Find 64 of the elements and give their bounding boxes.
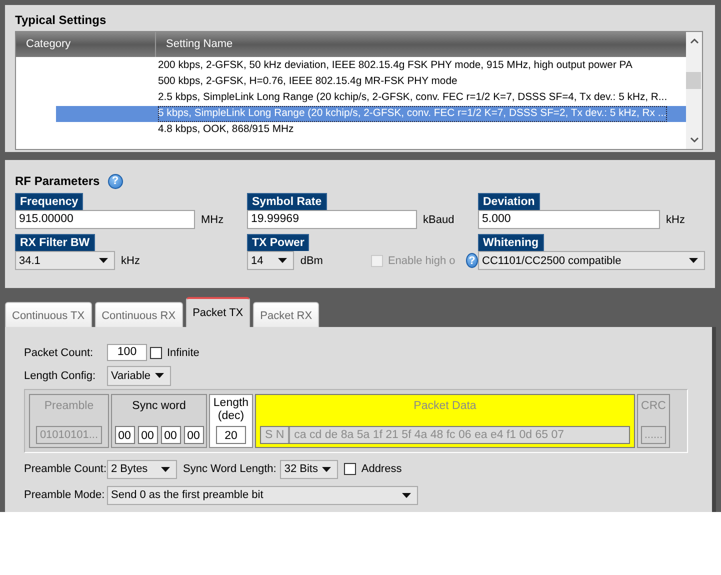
checkbox[interactable] xyxy=(344,463,356,475)
caret-icon xyxy=(155,373,164,378)
setting-row[interactable]: 200 kbps, 2-GFSK, 50 kHz deviation, IEEE 802.15.4g FSK PHY mode, 915 MHz, high output power PA xyxy=(56,58,686,74)
setting-row[interactable]: 2.5 kbps, SimpleLink Long Range (20 kchip/s, 2-GFSK, conv. FEC r=1/2 K=7, DSSS SF=4, Tx dev.: 5 kHz, R... xyxy=(56,90,686,106)
field-label: Frequency xyxy=(15,193,84,210)
caret-icon xyxy=(278,258,288,263)
field-label: Preamble Mode: xyxy=(24,489,106,501)
unit-label: kHz xyxy=(666,214,685,226)
dropdown[interactable]: 34.1 xyxy=(15,251,115,270)
unit-label: kBaud xyxy=(423,214,454,226)
checkbox-label: Address xyxy=(361,463,402,475)
setting-row[interactable]: 500 kbps, 2-GFSK, H=0.76, IEEE 802.15.4g MR-FSK PHY mode xyxy=(56,74,686,90)
caret-icon xyxy=(322,466,332,472)
input-field[interactable]: 5.000 xyxy=(478,210,660,229)
tab[interactable]: Packet TX xyxy=(186,297,250,327)
dropdown[interactable]: CC1101/CC2500 compatible xyxy=(478,251,705,270)
tab[interactable]: Continuous TX xyxy=(5,302,92,327)
input-field[interactable]: 915.00000 xyxy=(15,210,195,229)
field-label: TX Power xyxy=(247,234,310,251)
field-label: Whitening xyxy=(478,234,544,251)
panel-title: Typical Settings xyxy=(15,13,106,27)
caret-icon xyxy=(99,258,108,263)
scrollbar[interactable] xyxy=(686,32,702,149)
dropdown[interactable]: 2 Bytes xyxy=(107,460,177,478)
caret-icon xyxy=(161,466,170,472)
byte-field[interactable]: 00 xyxy=(160,426,180,444)
section-label: Preamble xyxy=(44,400,94,412)
tab[interactable]: Packet RX xyxy=(253,302,320,327)
dropdown[interactable]: Send 0 as the first preamble bit xyxy=(107,486,418,504)
input-field[interactable]: 19.99969 xyxy=(247,210,417,229)
field-label: Packet Count: xyxy=(24,346,94,358)
unit-label: kHz xyxy=(121,254,140,266)
caret-icon xyxy=(402,492,411,498)
setting-row[interactable]: 4.8 kbps, OOK, 868/915 MHz xyxy=(56,122,686,138)
unit-label: MHz xyxy=(201,214,224,226)
section-label: Length (dec) xyxy=(213,397,249,423)
field-label: Deviation xyxy=(478,193,540,210)
panel-title: RF Parameters xyxy=(15,174,100,188)
checkbox[interactable] xyxy=(150,346,162,358)
section-label: Packet Data xyxy=(414,400,476,412)
field-label: Length Config: xyxy=(24,370,97,382)
column-header[interactable]: Setting Name xyxy=(156,32,686,57)
length-field[interactable]: 20 xyxy=(216,426,246,444)
field-label: Preamble Count: xyxy=(24,463,107,475)
section-label: CRC xyxy=(641,400,666,412)
scroll-up-icon[interactable] xyxy=(690,38,698,44)
unit-label: dBm xyxy=(300,254,323,266)
byte-field[interactable]: 00 xyxy=(114,426,134,444)
column-header[interactable]: Category xyxy=(16,32,156,57)
tab[interactable]: Continuous RX xyxy=(94,302,183,327)
field-label: Sync Word Length: xyxy=(183,463,276,475)
caret-icon xyxy=(689,258,698,263)
field-label: Symbol Rate xyxy=(247,193,327,210)
scroll-thumb[interactable] xyxy=(686,72,701,89)
byte-field[interactable]: 00 xyxy=(184,426,204,444)
scroll-down-icon[interactable] xyxy=(690,137,698,143)
dropdown[interactable]: Variable xyxy=(107,366,171,386)
input-field[interactable]: 100 xyxy=(107,344,147,361)
byte-field[interactable]: 00 xyxy=(138,426,158,444)
checkbox-label: Infinite xyxy=(167,346,200,358)
dropdown[interactable]: 14 xyxy=(247,251,294,270)
field-label: RX Filter BW xyxy=(15,234,95,251)
dropdown[interactable]: 32 Bits xyxy=(280,460,338,478)
section-label: Sync word xyxy=(132,400,186,412)
